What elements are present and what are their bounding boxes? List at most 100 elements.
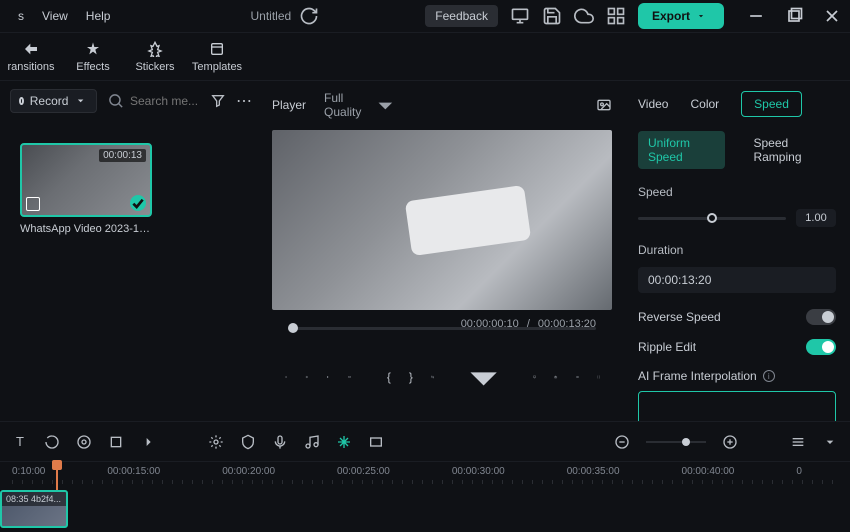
speed-value[interactable]: 1.00 <box>796 209 836 227</box>
info-icon[interactable]: i <box>763 370 775 382</box>
interp-select[interactable]: Optical Flow <box>638 391 836 421</box>
scrub-bar[interactable]: 00:00:00:10 / 00:00:13:20 <box>278 320 606 336</box>
templates-icon <box>209 41 225 57</box>
subtab-uniform[interactable]: Uniform Speed <box>638 131 725 169</box>
tab-label: Templates <box>192 61 242 73</box>
timeline-clip[interactable]: 08:35 4b2f4... <box>0 490 68 528</box>
monitor-icon[interactable] <box>510 6 530 26</box>
transitions-icon <box>23 41 39 57</box>
crop-icon[interactable] <box>431 369 434 385</box>
timeline[interactable]: 0:10:00 00:00:15:00 00:00:20:00 00:00:25… <box>0 461 850 532</box>
music-icon[interactable] <box>304 434 320 450</box>
tab-video[interactable]: Video <box>638 92 668 116</box>
ai-interp-label: AI Frame Interpolation <box>638 369 757 383</box>
aspect-icon[interactable] <box>368 434 384 450</box>
undo-icon[interactable] <box>44 434 60 450</box>
chevron-down-icon[interactable] <box>822 434 838 450</box>
tab-label: Effects <box>76 61 109 73</box>
ruler-mark: 00:00:15:00 <box>107 466 160 477</box>
clip-marker-icon <box>26 197 40 211</box>
brace-left-icon[interactable]: { <box>387 369 391 385</box>
subtab-ramping[interactable]: Speed Ramping <box>743 131 836 169</box>
minimize-icon[interactable] <box>746 6 766 26</box>
export-button[interactable]: Export <box>638 3 724 29</box>
brace-right-icon[interactable]: } <box>409 369 413 385</box>
maximize-icon[interactable] <box>784 6 804 26</box>
close-icon[interactable] <box>822 6 842 26</box>
more-tools-icon[interactable] <box>140 434 156 450</box>
ruler-mark: 0 <box>796 466 802 477</box>
menu-help[interactable]: Help <box>86 9 111 23</box>
list-view-icon[interactable] <box>790 434 806 450</box>
player-panel: Player Full Quality 00:00:00:10 / 00:00:… <box>262 81 622 421</box>
tab-transitions[interactable]: ransitions <box>0 33 62 80</box>
crop-tool-icon[interactable] <box>108 434 124 450</box>
menu-view[interactable]: View <box>42 9 68 23</box>
media-clip[interactable]: 00:00:13 WhatsApp Video 2023-10-05... <box>20 143 152 235</box>
marker-icon[interactable] <box>208 434 224 450</box>
time-total: 00:00:13:20 <box>538 318 596 330</box>
stop-icon[interactable] <box>348 369 351 385</box>
mic-icon[interactable] <box>272 434 288 450</box>
timeline-ruler: 0:10:00 00:00:15:00 00:00:20:00 00:00:25… <box>12 466 838 477</box>
filter-icon[interactable] <box>210 93 226 109</box>
grid-icon[interactable] <box>606 6 626 26</box>
display-icon[interactable] <box>533 369 536 385</box>
tab-effects[interactable]: Effects <box>62 33 124 80</box>
properties-panel: Video Color Speed Uniform Speed Speed Ra… <box>622 81 850 421</box>
play-icon[interactable] <box>326 369 329 385</box>
zoom-in-icon[interactable] <box>722 434 738 450</box>
clip-duration: 00:00:13 <box>99 149 146 162</box>
stickers-icon <box>147 41 163 57</box>
snapshot-icon[interactable] <box>596 97 612 113</box>
zoom-slider[interactable] <box>646 435 706 449</box>
ripple-label: Ripple Edit <box>638 340 696 354</box>
record-button[interactable]: Record <box>10 89 97 113</box>
mask-icon[interactable] <box>76 434 92 450</box>
more-icon[interactable]: ⋯ <box>236 93 252 109</box>
save-icon[interactable] <box>542 6 562 26</box>
ruler-mark: 00:00:40:00 <box>682 466 735 477</box>
menu-item[interactable]: s <box>18 9 24 23</box>
player-viewport[interactable] <box>272 130 612 310</box>
chevron-down-icon <box>74 94 87 107</box>
chevron-up-icon <box>697 398 825 421</box>
duration-label: Duration <box>638 243 836 257</box>
search-input[interactable] <box>130 94 200 108</box>
text-tool-icon[interactable]: T <box>12 434 28 450</box>
export-label: Export <box>652 9 690 23</box>
fullscreen-icon[interactable] <box>597 369 600 385</box>
quality-label: Full Quality <box>324 91 361 119</box>
feedback-button[interactable]: Feedback <box>425 5 498 27</box>
cloud-icon[interactable] <box>574 6 594 26</box>
tab-color[interactable]: Color <box>690 92 719 116</box>
ruler-mark: 00:00:30:00 <box>452 466 505 477</box>
zoom-out-icon[interactable] <box>614 434 630 450</box>
camera-icon[interactable] <box>554 369 557 385</box>
timeline-toolbar: T <box>0 421 850 461</box>
play-back-icon[interactable] <box>305 369 308 385</box>
quality-select[interactable]: Full Quality <box>324 89 402 122</box>
effects-icon <box>85 41 101 57</box>
search-wrap <box>107 92 200 109</box>
prev-frame-icon[interactable] <box>284 369 287 385</box>
timeline-clip-name: 08:35 4b2f4... <box>2 492 66 506</box>
speed-slider[interactable] <box>638 211 786 225</box>
ripple-toggle[interactable] <box>806 339 836 355</box>
ai-icon[interactable] <box>336 434 352 450</box>
time-sep: / <box>527 318 530 330</box>
sync-icon[interactable] <box>299 6 319 26</box>
volume-icon[interactable] <box>576 369 579 385</box>
tab-templates[interactable]: Templates <box>186 33 248 80</box>
reverse-label: Reverse Speed <box>638 310 721 324</box>
search-icon <box>107 92 124 109</box>
shield-icon[interactable] <box>240 434 256 450</box>
record-label: Record <box>30 94 69 108</box>
tab-speed[interactable]: Speed <box>741 91 802 117</box>
project-title: Untitled <box>250 6 319 26</box>
duration-value[interactable]: 00:00:13:20 <box>638 267 836 293</box>
chevron-down-icon <box>452 346 515 409</box>
time-current: 00:00:00:10 <box>461 318 519 330</box>
tab-stickers[interactable]: Stickers <box>124 33 186 80</box>
reverse-toggle[interactable] <box>806 309 836 325</box>
